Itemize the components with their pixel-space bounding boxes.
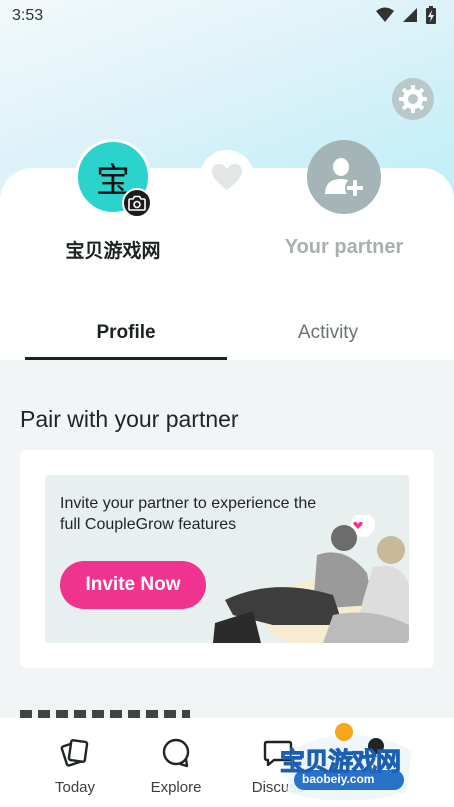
change-photo-button[interactable] xyxy=(122,188,152,218)
settings-button[interactable] xyxy=(392,78,434,120)
invite-banner: Invite your partner to experience the fu… xyxy=(45,475,409,643)
user-name: 宝贝游戏网 xyxy=(65,240,161,262)
status-bar: 3:53 xyxy=(0,0,454,32)
nav-label-explore: Explore xyxy=(150,779,202,796)
nav-item-explore[interactable]: Explore xyxy=(126,718,226,807)
invite-now-button[interactable]: Invite Now xyxy=(60,561,206,609)
add-person-icon xyxy=(325,158,365,198)
cards-icon xyxy=(60,739,89,767)
heart-icon xyxy=(212,164,242,190)
heart-connector xyxy=(200,150,254,204)
nav-item-today[interactable]: Today xyxy=(25,718,125,807)
nav-label-today: Today xyxy=(54,779,96,796)
cellular-signal-icon xyxy=(403,8,417,22)
active-tab-indicator xyxy=(25,357,227,360)
wifi-icon xyxy=(376,7,394,22)
couple-illustration xyxy=(213,515,409,643)
site-watermark: 宝贝游戏网 baobeiy.com xyxy=(272,720,422,800)
tab-profile[interactable]: Profile xyxy=(25,322,227,360)
partner-label[interactable]: Your partner xyxy=(232,236,454,259)
gear-icon xyxy=(399,85,427,113)
status-time: 3:53 xyxy=(12,7,44,24)
explore-icon xyxy=(162,738,190,768)
status-icons xyxy=(376,6,436,24)
camera-icon xyxy=(128,195,146,211)
watermark-url: baobeiy.com xyxy=(302,772,375,786)
tab-activity[interactable]: Activity xyxy=(227,322,429,360)
add-partner-button[interactable] xyxy=(307,140,381,214)
battery-charging-icon xyxy=(426,6,436,24)
section-title: Pair with your partner xyxy=(20,406,239,432)
